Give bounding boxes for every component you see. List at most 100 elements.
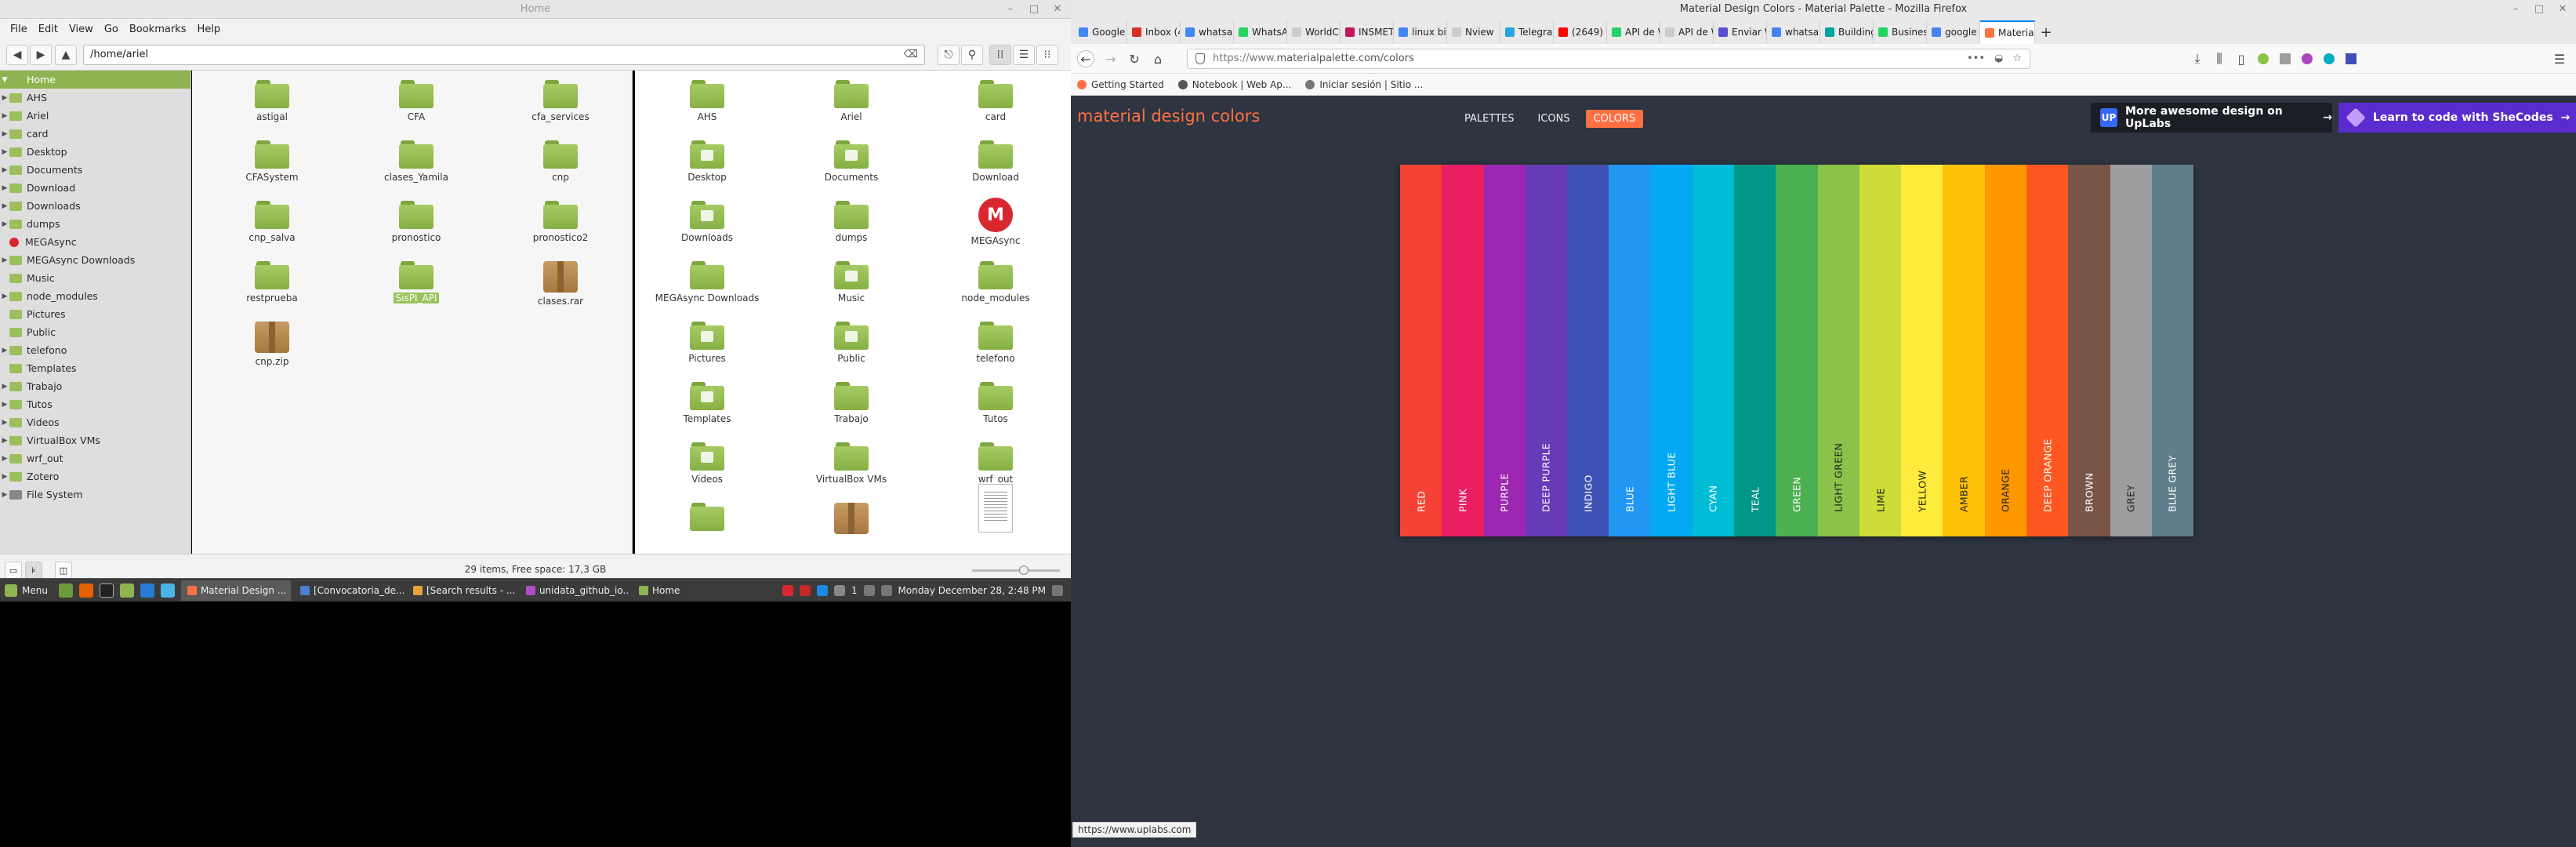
nav-link-colors[interactable]: COLORS bbox=[1585, 110, 1644, 128]
file-item[interactable]: cnp bbox=[488, 140, 632, 201]
browser-tab[interactable]: whatsapp bbox=[1767, 20, 1820, 44]
browser-tab[interactable]: WorldClient bbox=[1287, 20, 1341, 44]
browser-tab[interactable]: google col bbox=[1927, 20, 1980, 44]
reload-button[interactable]: ↻ bbox=[1126, 50, 1143, 67]
browser-tab[interactable]: API de Wh bbox=[1607, 20, 1660, 44]
sidebar-item[interactable]: ▶ AHS bbox=[0, 89, 190, 107]
color-swatch[interactable]: LIGHT GREEN bbox=[1817, 165, 1859, 536]
clear-icon[interactable]: ⌫ bbox=[904, 45, 918, 64]
expander-icon[interactable]: ▶ bbox=[0, 112, 9, 120]
file-item[interactable]: Download bbox=[923, 140, 1068, 201]
browser-tab[interactable]: (2649) You bbox=[1554, 20, 1607, 44]
file-item[interactable]: Desktop bbox=[635, 140, 779, 201]
menu-go[interactable]: Go bbox=[99, 24, 124, 35]
url-bar[interactable]: https://www.materialpalette.com/colors •… bbox=[1187, 49, 2030, 69]
file-item[interactable]: SisPI_API bbox=[344, 261, 488, 322]
color-swatch[interactable]: AMBER bbox=[1943, 165, 1985, 536]
sidebar-item[interactable]: ▶ dumps bbox=[0, 215, 190, 233]
ff-minimize-icon[interactable]: – bbox=[2509, 0, 2523, 19]
file-item[interactable]: dumps bbox=[779, 201, 923, 261]
browser-tab[interactable]: Materia bbox=[1980, 20, 2035, 44]
color-swatch[interactable]: LIGHT BLUE bbox=[1650, 165, 1693, 536]
home-button[interactable]: ⌂ bbox=[1149, 50, 1166, 67]
menu-edit[interactable]: Edit bbox=[33, 24, 63, 35]
sidebar-item[interactable]: ▶ card bbox=[0, 125, 190, 143]
forward-button[interactable]: → bbox=[1102, 50, 1119, 67]
menu-bookmarks[interactable]: Bookmarks bbox=[124, 24, 192, 35]
file-item[interactable]: clases.rar bbox=[488, 261, 632, 322]
mega-tray-icon[interactable] bbox=[782, 584, 793, 596]
sidebar-item[interactable]: Pictures bbox=[0, 305, 190, 323]
search-button[interactable]: ⚲ bbox=[961, 45, 983, 65]
expander-icon[interactable]: ▶ bbox=[0, 148, 9, 156]
shield-tray-icon[interactable] bbox=[799, 584, 811, 596]
color-swatch[interactable]: INDIGO bbox=[1567, 165, 1609, 536]
color-swatch[interactable]: PINK bbox=[1442, 165, 1484, 536]
file-item[interactable]: VirtualBox VMs bbox=[779, 442, 923, 503]
update-badge[interactable]: 1 bbox=[851, 585, 858, 596]
sidebar-item[interactable]: ▶ Desktop bbox=[0, 143, 190, 161]
file-item[interactable]: Ariel bbox=[779, 80, 923, 140]
menu-file[interactable]: File bbox=[5, 24, 33, 35]
file-item[interactable]: pronostico2 bbox=[488, 201, 632, 261]
file-item[interactable]: AHS bbox=[635, 80, 779, 140]
color-swatch[interactable]: DEEP PURPLE bbox=[1525, 165, 1568, 536]
uplabs-ad-button[interactable]: UP More awesome design on UpLabs → bbox=[2091, 103, 2332, 133]
browser-tab[interactable]: Building W bbox=[1820, 20, 1874, 44]
color-swatch[interactable]: RED bbox=[1400, 165, 1442, 536]
file-item[interactable]: Pictures bbox=[635, 322, 779, 382]
sidebar-item[interactable]: Music bbox=[0, 269, 190, 287]
file-item[interactable]: Templates bbox=[635, 382, 779, 442]
bookmark-item[interactable]: Iniciar sesión | Sitio ... bbox=[1305, 79, 1423, 90]
firefox-launcher-icon[interactable] bbox=[78, 583, 93, 598]
expander-icon[interactable]: ▶ bbox=[0, 383, 9, 391]
sidebar-item[interactable]: ▶ Tutos bbox=[0, 395, 190, 413]
sidebar-item[interactable]: ▶ Ariel bbox=[0, 107, 190, 125]
expander-icon[interactable]: ▶ bbox=[0, 184, 9, 192]
back-button[interactable]: ← bbox=[1077, 50, 1094, 67]
sidebar-item[interactable]: ▶ node_modules bbox=[0, 287, 190, 305]
expander-icon[interactable]: ▶ bbox=[0, 419, 9, 427]
color-swatch[interactable]: ORANGE bbox=[1984, 165, 2026, 536]
browser-tab[interactable]: Nview bbox=[1447, 20, 1500, 44]
browser-tab[interactable]: Enviar Wh bbox=[1714, 20, 1767, 44]
sidebar-item[interactable]: ▶ VirtualBox VMs bbox=[0, 431, 190, 449]
sidebar-item[interactable]: ▶ MEGAsync Downloads bbox=[0, 251, 190, 269]
browser-tab[interactable]: linux binar bbox=[1394, 20, 1447, 44]
ff-close-icon[interactable]: ✕ bbox=[2556, 0, 2570, 19]
expander-icon[interactable]: ▼ bbox=[0, 76, 9, 84]
taskbar-button[interactable]: [Convocatoria_de... bbox=[294, 580, 404, 601]
page-actions-icon[interactable]: ••• bbox=[1967, 49, 1985, 68]
zoom-slider[interactable] bbox=[972, 565, 1060, 575]
color-swatch[interactable]: BROWN bbox=[2068, 165, 2110, 536]
terminal-launcher-icon[interactable] bbox=[99, 583, 114, 598]
nav-link-icons[interactable]: ICONS bbox=[1529, 110, 1577, 128]
file-item[interactable]: CFA bbox=[344, 80, 488, 140]
pocket-icon[interactable]: ◒ bbox=[1994, 49, 2003, 68]
file-item[interactable]: pronostico bbox=[344, 201, 488, 261]
file-item[interactable]: telefono bbox=[923, 322, 1068, 382]
expander-icon[interactable]: ▶ bbox=[0, 94, 9, 102]
back-button[interactable]: ◀ bbox=[6, 45, 28, 65]
file-item[interactable]: Trabajo bbox=[779, 382, 923, 442]
sidebar-item[interactable]: ▶ Downloads bbox=[0, 197, 190, 215]
file-item[interactable]: node_modules bbox=[923, 261, 1068, 322]
tracking-shield-icon[interactable] bbox=[1195, 53, 1205, 64]
extension-3-button[interactable] bbox=[2298, 50, 2316, 67]
file-item[interactable]: Videos bbox=[635, 442, 779, 503]
taskbar-button[interactable]: unidata_github_io... bbox=[520, 580, 629, 601]
start-menu-button[interactable]: Menu bbox=[0, 583, 56, 597]
browser-tab[interactable]: WhatsApp bbox=[1234, 20, 1287, 44]
file-item[interactable]: Music bbox=[779, 261, 923, 322]
expander-icon[interactable]: ▶ bbox=[0, 166, 9, 174]
sidebar-item[interactable]: ▶ File System bbox=[0, 485, 190, 503]
browser-tab[interactable]: Telegram bbox=[1500, 20, 1554, 44]
file-item[interactable]: card bbox=[923, 80, 1068, 140]
file-item[interactable] bbox=[779, 503, 923, 554]
file-item[interactable]: CFASystem bbox=[200, 140, 344, 201]
vscode-launcher-icon[interactable] bbox=[140, 583, 154, 598]
file-item[interactable]: Downloads bbox=[635, 201, 779, 261]
color-swatch[interactable]: PURPLE bbox=[1483, 165, 1526, 536]
icon-view-button[interactable]: ⁞⁞ bbox=[989, 45, 1011, 65]
screenshot-launcher-icon[interactable] bbox=[160, 583, 175, 598]
